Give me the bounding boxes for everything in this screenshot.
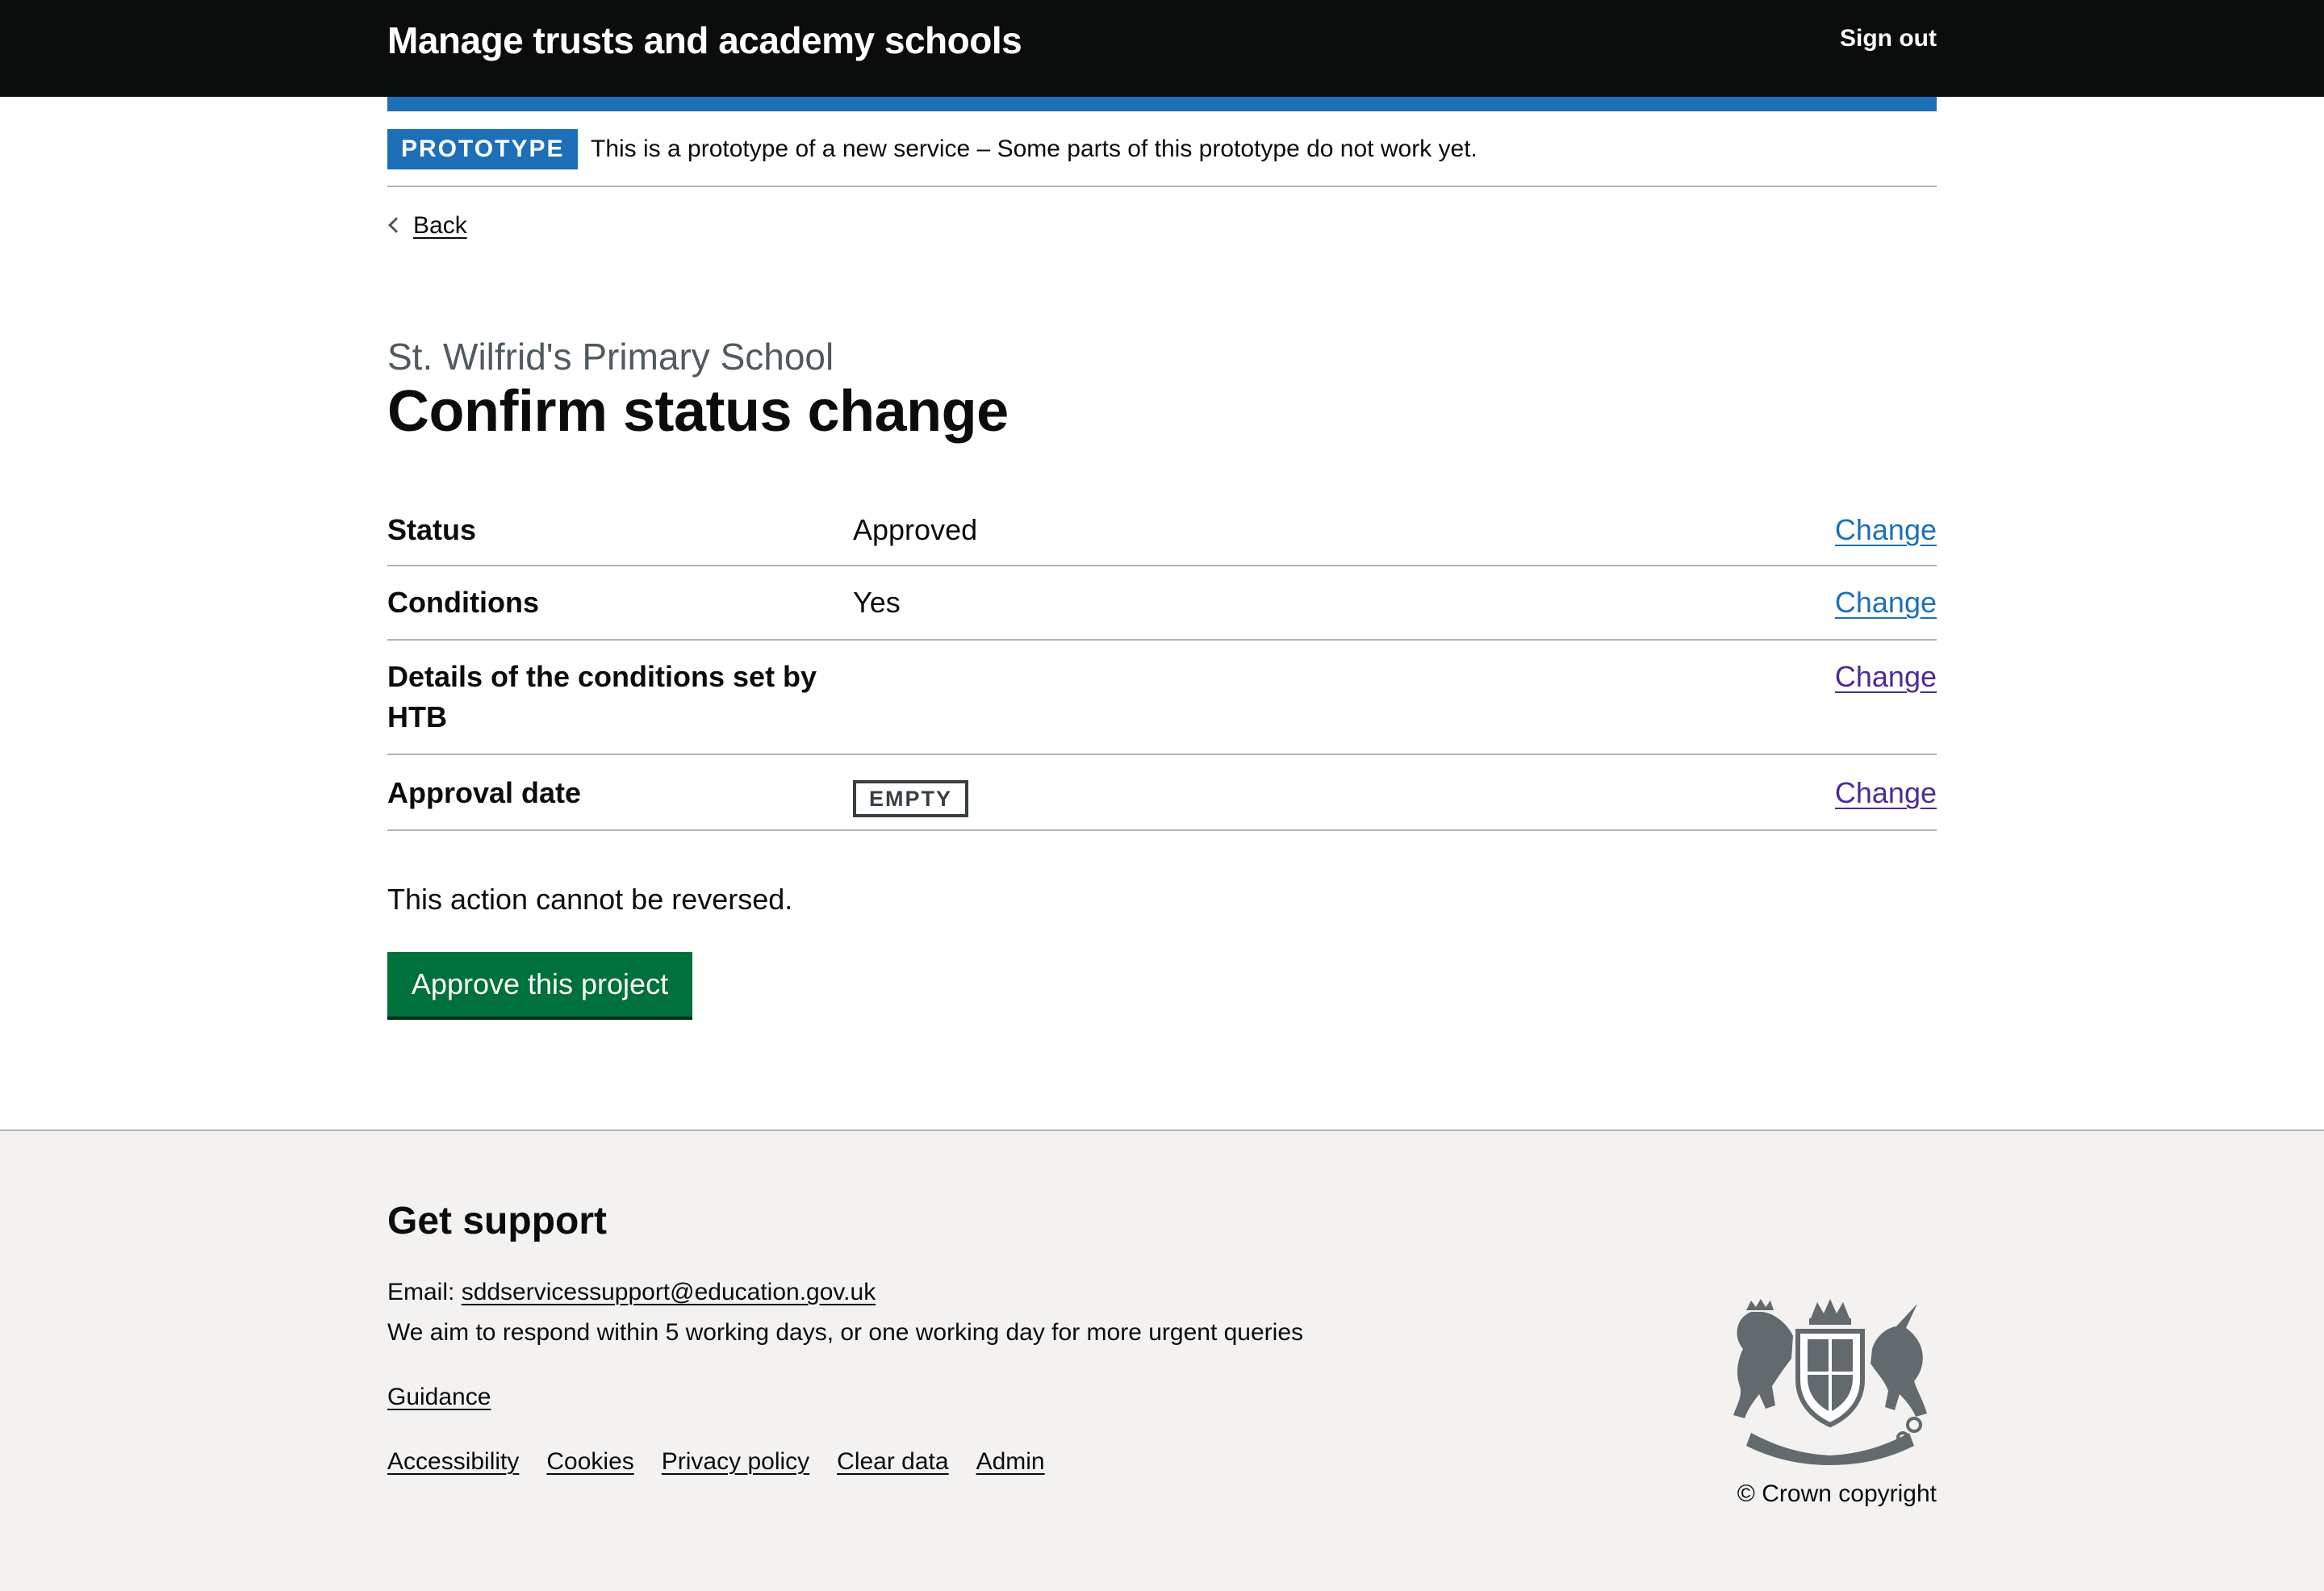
summary-row-condition-details: Details of the conditions set by HTB Cha… (387, 641, 1937, 755)
summary-row-conditions: Conditions Yes Change (387, 566, 1937, 641)
change-condition-details-link[interactable]: Change (1835, 657, 1937, 697)
summary-key: Approval date (387, 776, 582, 809)
footer-links: Accessibility Cookies Privacy policy Clear … (387, 1444, 1072, 1480)
site-footer: Get support Email: sddservicessupport@ed… (0, 1130, 2324, 1591)
service-name-link[interactable]: Manage trusts and academy schools (387, 16, 1022, 65)
back-link[interactable]: Back (413, 212, 467, 239)
page-caption: St. Wilfrid's Primary School (387, 336, 834, 378)
summary-key: Conditions (387, 586, 539, 619)
footer-response-text: We aim to respond within 5 working days,… (387, 1319, 1304, 1346)
footer-link-privacy-policy[interactable]: Privacy policy (662, 1448, 809, 1475)
phase-banner: PROTOTYPE This is a prototype of a new s… (387, 111, 1937, 187)
phase-tag: PROTOTYPE (387, 129, 579, 169)
support-email-link[interactable]: sddservicessupport@education.gov.uk (462, 1279, 876, 1305)
page-title: Confirm status change (387, 379, 1009, 444)
summary-row-approval-date: Approval date EMPTY Change (387, 755, 1937, 831)
change-conditions-link[interactable]: Change (1835, 583, 1937, 623)
footer-link-cookies[interactable]: Cookies (546, 1448, 633, 1475)
footer-guidance: Guidance (387, 1380, 491, 1415)
phase-banner-text: This is a prototype of a new service – S… (591, 136, 1478, 162)
site-header: Manage trusts and academy schools Sign o… (0, 0, 2324, 97)
sign-out-link[interactable]: Sign out (1840, 23, 1937, 55)
summary-row-status: Status Approved Change (387, 500, 1937, 566)
email-label: Email: (387, 1279, 462, 1305)
footer-email-line: Email: sddservicessupport@education.gov.… (387, 1275, 876, 1310)
crown-copyright: © Crown copyright (1737, 1480, 1937, 1507)
footer-heading: Get support (387, 1200, 607, 1242)
footer-link-accessibility[interactable]: Accessibility (387, 1448, 519, 1475)
footer-link-admin[interactable]: Admin (976, 1448, 1045, 1475)
change-status-link[interactable]: Change (1835, 510, 1937, 550)
summary-key: Details of the conditions set by HTB (387, 660, 817, 733)
footer-link-clear-data[interactable]: Clear data (837, 1448, 948, 1475)
summary-list: Status Approved Change Conditions Yes Ch… (387, 500, 1937, 831)
approve-project-button[interactable]: Approve this project (387, 952, 692, 1017)
warning-text: This action cannot be reversed. (387, 883, 793, 916)
summary-key: Status (387, 513, 477, 546)
empty-tag: EMPTY (853, 780, 969, 817)
header-blue-bar (387, 97, 1937, 111)
summary-value: Yes (853, 586, 901, 619)
guidance-link[interactable]: Guidance (387, 1384, 491, 1410)
summary-value: Approved (853, 513, 978, 546)
change-approval-date-link[interactable]: Change (1835, 773, 1937, 813)
chevron-left-icon (388, 217, 404, 233)
royal-coat-of-arms-icon (1733, 1299, 1927, 1465)
summary-value: EMPTY (853, 773, 969, 817)
back-link-container: Back (387, 208, 1937, 244)
